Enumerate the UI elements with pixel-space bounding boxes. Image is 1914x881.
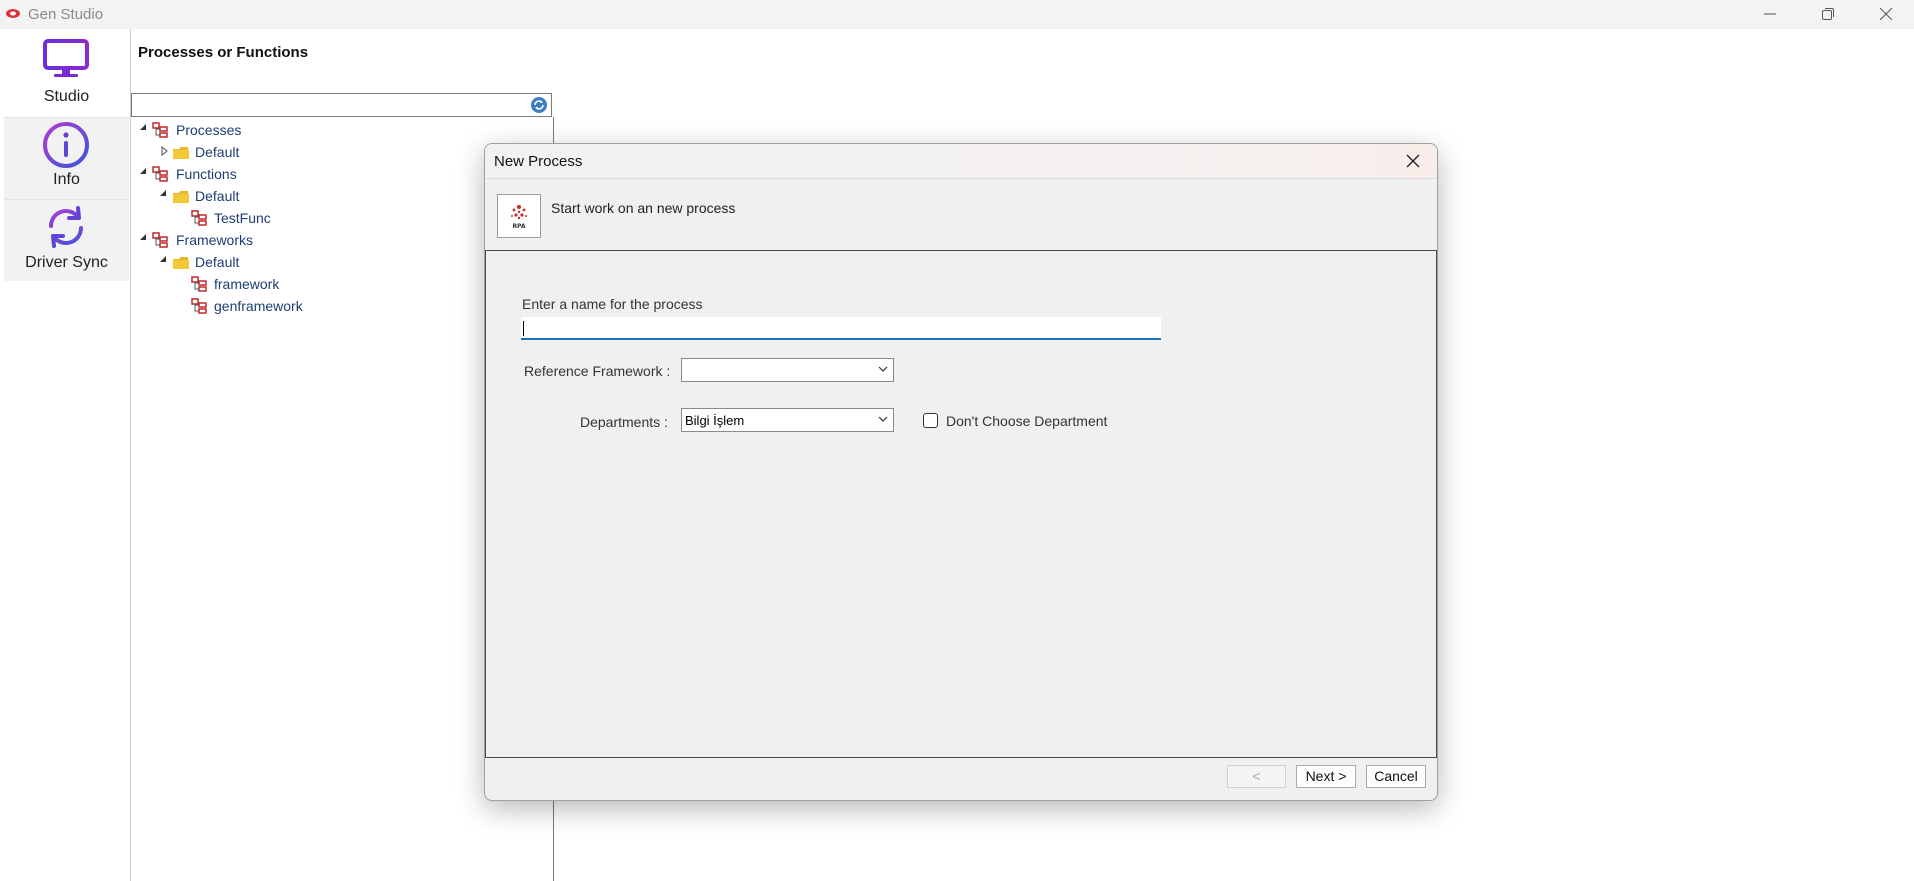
dialog-title: New Process: [494, 153, 583, 170]
tree-label: TestFunc: [214, 210, 271, 226]
process-group-icon: [152, 122, 168, 138]
dont-choose-department-checkbox[interactable]: [923, 413, 938, 428]
restore-button[interactable]: [1800, 0, 1856, 29]
info-icon: [43, 122, 89, 168]
tree-label: Functions: [176, 166, 237, 182]
tree-label: Frameworks: [176, 232, 254, 248]
dialog-close-icon[interactable]: [1405, 153, 1421, 169]
collapse-arrow-icon[interactable]: [139, 123, 147, 131]
sync-icon: [49, 206, 83, 248]
nav-label-info: Info: [53, 171, 80, 188]
next-button[interactable]: Next >: [1296, 765, 1356, 788]
collapse-arrow-icon[interactable]: [159, 189, 167, 197]
function-group-icon: [152, 166, 168, 182]
title-bar: Gen Studio: [0, 0, 1914, 29]
tree-label: genframework: [214, 298, 303, 314]
cancel-button[interactable]: Cancel: [1366, 765, 1426, 788]
folder-icon: [173, 191, 189, 203]
dialog-subtitle: Start work on an new process: [551, 200, 736, 216]
process-name-input[interactable]: [521, 317, 1161, 340]
nav-label-driver-sync: Driver Sync: [25, 254, 108, 271]
app-title: Gen Studio: [28, 6, 104, 23]
minimize-icon: [1764, 13, 1776, 15]
nav-item-driver-sync[interactable]: Driver Sync: [4, 199, 129, 281]
side-nav: Studio Info Driver Sync: [4, 29, 129, 281]
minimize-button[interactable]: [1742, 0, 1798, 29]
app-logo-icon: [6, 9, 20, 18]
back-button[interactable]: <: [1227, 765, 1286, 788]
framework-icon: [191, 276, 207, 292]
function-icon: [191, 210, 207, 226]
process-name-label: Enter a name for the process: [522, 296, 703, 312]
collapse-arrow-icon[interactable]: [139, 233, 147, 241]
framework-group-icon: [152, 232, 168, 248]
tree-search-input[interactable]: [131, 93, 552, 117]
collapse-arrow-icon[interactable]: [139, 167, 147, 175]
reference-framework-select[interactable]: [681, 358, 894, 382]
nav-label-studio: Studio: [43, 88, 90, 105]
rpa-logo-icon: RPA: [497, 194, 541, 238]
departments-select[interactable]: Bilgi İşlem: [681, 408, 894, 432]
collapse-arrow-icon[interactable]: [159, 255, 167, 263]
tree-label: framework: [214, 276, 280, 292]
expand-arrow-icon[interactable]: [161, 146, 169, 156]
new-process-dialog: New Process RPA Start work on an new pro…: [484, 143, 1438, 801]
dont-choose-department-label[interactable]: Don't Choose Department: [946, 413, 1107, 429]
chevron-down-icon: [878, 416, 888, 422]
tree-label: Default: [195, 254, 240, 270]
tree-label: Default: [195, 144, 240, 160]
close-icon: [1880, 8, 1892, 20]
chevron-down-icon: [878, 366, 888, 372]
panel-title: Processes or Functions: [138, 44, 309, 61]
svg-text:RPA: RPA: [512, 223, 525, 230]
dialog-body: Enter a name for the process Reference F…: [485, 250, 1437, 758]
restore-icon: [1822, 8, 1834, 20]
nav-item-info[interactable]: Info: [4, 117, 129, 199]
close-window-button[interactable]: [1858, 0, 1914, 29]
nav-item-studio[interactable]: Studio: [4, 29, 129, 117]
folder-icon: [173, 257, 189, 269]
refresh-icon[interactable]: [530, 96, 548, 114]
framework-icon: [191, 298, 207, 314]
departments-value: Bilgi İşlem: [685, 413, 745, 428]
dialog-title-bar: New Process: [485, 144, 1437, 178]
text-caret: [523, 321, 524, 336]
monitor-icon: [43, 39, 89, 77]
reference-framework-label: Reference Framework :: [524, 363, 671, 379]
dialog-header: [485, 178, 1437, 255]
tree-label: Default: [195, 188, 240, 204]
tree-label: Processes: [176, 122, 242, 138]
folder-icon: [173, 147, 189, 159]
departments-label: Departments :: [580, 414, 668, 430]
